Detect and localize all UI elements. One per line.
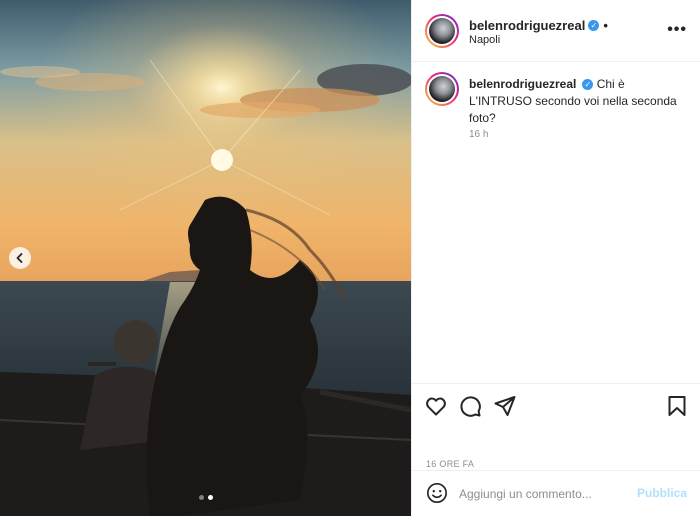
caption-timestamp[interactable]: 16 h bbox=[469, 129, 488, 140]
more-options-icon[interactable]: ••• bbox=[667, 22, 687, 38]
caption-username[interactable]: belenrodriguezreal bbox=[469, 77, 576, 91]
comment-input[interactable] bbox=[459, 484, 629, 504]
chevron-left-icon bbox=[16, 253, 23, 263]
caption-avatar[interactable] bbox=[425, 72, 459, 106]
carousel-dot bbox=[198, 495, 204, 500]
emoji-icon[interactable] bbox=[426, 482, 448, 504]
carousel-dot-active bbox=[207, 495, 213, 500]
verified-badge-icon: ✓ bbox=[582, 79, 594, 91]
caption-text: belenrodriguezreal ✓ Chi è L'INTRUSO seco… bbox=[469, 76, 689, 127]
header-username[interactable]: belenrodriguezreal bbox=[469, 18, 585, 33]
post-side-panel: belenrodriguezreal ✓ • Napoli ••• belenrod… bbox=[411, 0, 700, 516]
header-separator: • bbox=[603, 18, 608, 33]
avatar[interactable] bbox=[425, 14, 459, 48]
comment-icon[interactable] bbox=[458, 394, 482, 418]
share-icon[interactable] bbox=[493, 394, 517, 418]
post-header: belenrodriguezreal ✓ • Napoli ••• bbox=[412, 0, 700, 62]
post-date[interactable]: 16 ORE FA bbox=[426, 459, 474, 469]
verified-badge-icon: ✓ bbox=[588, 20, 600, 32]
location-link[interactable]: Napoli bbox=[469, 34, 500, 46]
publish-button[interactable]: Pubblica bbox=[637, 486, 687, 500]
instagram-post: belenrodriguezreal ✓ • Napoli ••• belenrod… bbox=[0, 0, 700, 516]
action-bar: 16 ORE FA bbox=[412, 383, 700, 469]
sunset-boat-photo bbox=[0, 0, 411, 516]
carousel-indicator bbox=[0, 495, 411, 500]
post-photo[interactable] bbox=[0, 0, 411, 516]
bookmark-icon[interactable] bbox=[665, 394, 689, 418]
comment-composer: Pubblica bbox=[412, 470, 700, 516]
heart-icon[interactable] bbox=[424, 394, 448, 418]
previous-slide-button[interactable] bbox=[9, 247, 31, 269]
